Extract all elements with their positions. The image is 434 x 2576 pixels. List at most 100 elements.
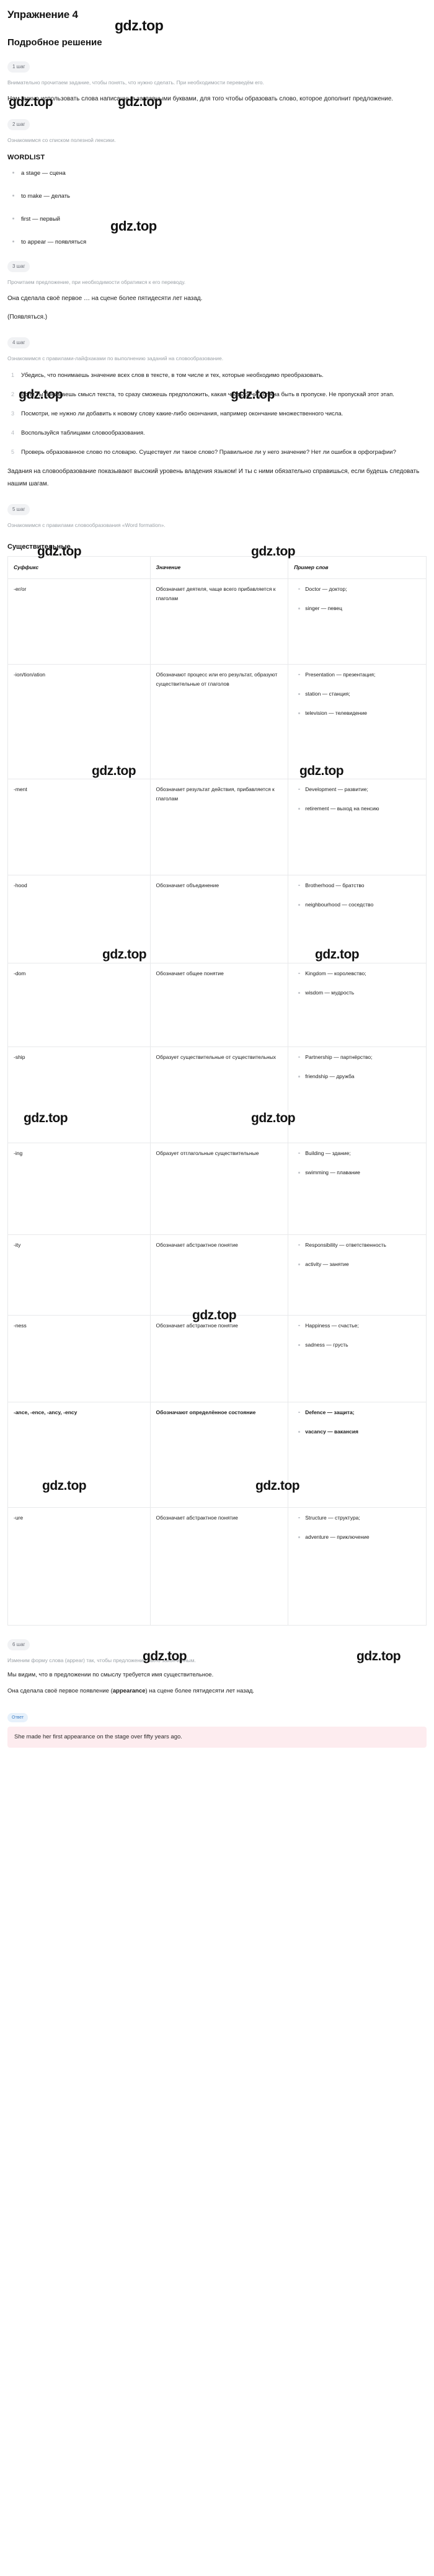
wordlist-title: WORDLIST: [7, 153, 45, 161]
cell-meaning: Обозначает абстрактное понятие: [149, 1234, 289, 1316]
tips-list: Убедись, что понимаешь значение всех сло…: [0, 370, 434, 458]
table-row: -ance, -ence, -ancy, -ency Обозначают оп…: [7, 1401, 427, 1508]
table-row: -ity Обозначает абстрактное понятие Resp…: [7, 1234, 427, 1316]
cell-meaning: Обозначает абстрактное понятие: [149, 1507, 289, 1626]
cell-meaning: Образует отглагольные существительные: [149, 1142, 289, 1235]
list-item: Happiness — счастье;: [298, 1321, 420, 1330]
cell-suffix: -hood: [7, 874, 151, 963]
solution-heading: Подробное решение: [7, 37, 102, 48]
cell-examples: Kingdom — королевство; wisdom — мудрость: [288, 962, 427, 1047]
list-item: neighbourhood — соседство: [298, 900, 420, 910]
list-item: singer — певец: [298, 604, 420, 613]
list-item: swimming — плавание: [298, 1168, 420, 1177]
cell-examples: Partnership — партнёрство; friendship — …: [288, 1046, 427, 1143]
list-item: Responsibility — ответственность: [298, 1241, 420, 1250]
column-header-meaning: Значение: [149, 555, 289, 579]
list-item: Посмотри, не нужно ли добавить к новому …: [11, 408, 343, 419]
list-item: adventure — приключение: [298, 1533, 420, 1542]
step-4-closing: Задания на словообразование показывают в…: [7, 467, 420, 487]
cell-examples: Defence — защита; vacancy — вакансия: [288, 1401, 427, 1508]
column-header-examples: Пример слов: [288, 555, 427, 579]
list-item: Воспользуйся таблицами словообразования.: [11, 427, 145, 438]
cell-suffix: -ment: [7, 778, 151, 875]
list-item: television — телевидение: [298, 709, 420, 718]
step-6-answer-word: appearance: [112, 1688, 146, 1695]
cell-suffix: -ion/tion/ation: [7, 663, 151, 779]
cell-examples: Development — развитие; retirement — вых…: [288, 778, 427, 875]
step-6-para-1: Мы видим, что в предложении по смыслу тр…: [7, 1671, 214, 1679]
cell-suffix: -ance, -ence, -ancy, -ency: [7, 1401, 151, 1508]
cell-meaning: Образует существительные от существитель…: [149, 1046, 289, 1143]
step-6-instruction: Изменим форму слова (appear) так, чтобы …: [7, 1657, 196, 1663]
list-item: Development — развитие;: [298, 785, 420, 794]
step-6-answer-prefix: Она сделала своё первое появление (: [7, 1688, 113, 1695]
step-3-hint: (Появляться.): [7, 314, 48, 321]
cell-suffix: -ing: [7, 1142, 151, 1235]
list-item: Partnership — партнёрство;: [298, 1053, 420, 1062]
list-item: Kingdom — королевство;: [298, 969, 420, 978]
list-item: activity — занятие: [298, 1260, 420, 1269]
cell-suffix: -er/or: [7, 578, 151, 665]
list-item: Building — здание;: [298, 1149, 420, 1158]
step-badge-2: 2 шаг: [7, 119, 30, 131]
cell-meaning: Обозначает общее понятие: [149, 962, 289, 1047]
step-badge-4: 4 шаг: [7, 337, 30, 349]
list-item: Проверь образованное слово по словарю. С…: [11, 446, 396, 458]
table-row: -ing Образует отглагольные существительн…: [7, 1142, 427, 1235]
cell-suffix: -dom: [7, 962, 151, 1047]
list-item: Убедись, что понимаешь значение всех сло…: [11, 370, 324, 381]
list-item: to appear — появляться: [12, 237, 427, 247]
table-row: -ship Образует существительные от сущест…: [7, 1046, 427, 1143]
solution-page: gdz.top gdz.top gdz.top gdz.top gdz.top …: [0, 0, 434, 1760]
answer-text: She made her first appearance on the sta…: [7, 1727, 427, 1748]
wordlist: a stage — сцена to make — делать first —…: [0, 169, 434, 247]
list-item: Doctor — доктор;: [298, 585, 420, 594]
list-item: a stage — сцена: [12, 169, 427, 178]
list-item: Defence — защита;: [298, 1408, 420, 1417]
answer-badge: Ответ: [7, 1713, 29, 1723]
step-3-instruction: Прочитаем предложение, при необходимости…: [7, 278, 186, 285]
list-item: friendship — дружба: [298, 1072, 420, 1081]
cell-examples: Happiness — счастье; sadness — грусть: [288, 1314, 427, 1402]
list-item: wisdom — мудрость: [298, 988, 420, 998]
step-1-instruction: Внимательно прочитаем задание, чтобы пон…: [7, 79, 264, 86]
cell-meaning: Обозначают определённое состояние: [149, 1401, 289, 1508]
table-row: -ment Обозначает результат действия, при…: [7, 778, 427, 875]
list-item: Если ты понимаешь смысл текста, то сразу…: [11, 389, 394, 400]
step-4-instruction: Ознакомимся с правилами-лайфхаками по вы…: [7, 355, 224, 362]
table-body: -er/or Обозначает деятеля, чаще всего пр…: [7, 578, 427, 1626]
column-header-suffix: Суффикс: [7, 555, 151, 579]
cell-suffix: -ure: [7, 1507, 151, 1626]
list-item: to make — делать: [12, 192, 427, 201]
table-row: -dom Обозначает общее понятие Kingdom — …: [7, 962, 427, 1047]
list-item: station — станция;: [298, 689, 420, 699]
list-item: vacancy — вакансия: [298, 1427, 420, 1436]
word-formation-table: Суффикс Значение Пример слов -er/or Обоз…: [7, 555, 427, 1626]
step-badge-6: 6 шаг: [7, 1639, 30, 1650]
table-caption: Существительные: [7, 542, 71, 551]
step-5-instruction: Ознакомимся с правилами словообразования…: [7, 521, 166, 528]
table-row: -ure Обозначает абстрактное понятие Stru…: [7, 1507, 427, 1626]
table-row: -ion/tion/ation Обозначают процесс или е…: [7, 663, 427, 779]
cell-examples: Building — здание; swimming — плавание: [288, 1142, 427, 1235]
list-item: Presentation — презентация;: [298, 670, 420, 679]
list-item: Structure — структура;: [298, 1513, 420, 1523]
list-item: sadness — грусть: [298, 1340, 420, 1350]
cell-suffix: -ness: [7, 1314, 151, 1402]
step-6-answer-suffix: ) на сцене более пятидесяти лет назад.: [145, 1688, 255, 1695]
step-2-instruction: Ознакомимся со списком полезной лексики.: [7, 137, 116, 144]
cell-meaning: Обозначает абстрактное понятие: [149, 1314, 289, 1402]
cell-examples: Responsibility — ответственность activit…: [288, 1234, 427, 1316]
cell-meaning: Обозначает результат действия, прибавляе…: [149, 778, 289, 875]
step-3-sentence: Она сделала своё первое … на сцене более…: [7, 295, 203, 303]
step-badge-1: 1 шаг: [7, 61, 30, 73]
cell-meaning: Обозначает объединение: [149, 874, 289, 963]
cell-examples: Presentation — презентация; station — ст…: [288, 663, 427, 779]
cell-suffix: -ity: [7, 1234, 151, 1316]
step-badge-3: 3 шаг: [7, 260, 30, 272]
cell-meaning: Обозначают процесс или его результат, об…: [149, 663, 289, 779]
table-row: -hood Обозначает объединение Brotherhood…: [7, 874, 427, 963]
step-6-para-2: Она сделала своё первое появление (appea…: [0, 1686, 434, 1697]
table-row: -er/or Обозначает деятеля, чаще всего пр…: [7, 578, 427, 665]
table-row: -ness Обозначает абстрактное понятие Hap…: [7, 1314, 427, 1402]
